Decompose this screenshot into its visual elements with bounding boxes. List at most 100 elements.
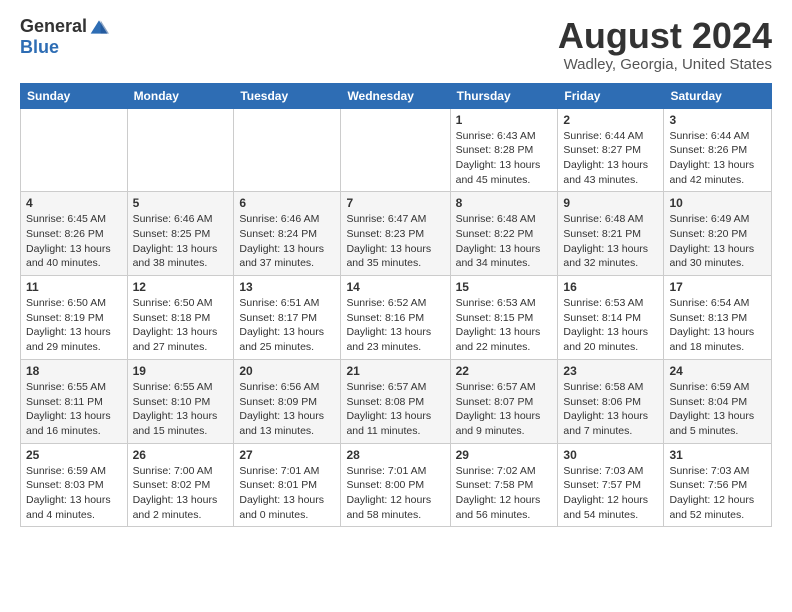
weekday-header-tuesday: Tuesday: [234, 83, 341, 108]
calendar-week-1: 1 Sunrise: 6:43 AMSunset: 8:28 PMDaylight…: [21, 108, 772, 192]
cell-info: Sunrise: 7:01 AMSunset: 8:00 PMDaylight:…: [346, 464, 444, 523]
calendar-cell: [127, 108, 234, 192]
cell-day-number: 15: [456, 280, 553, 294]
cell-info: Sunrise: 6:48 AMSunset: 8:22 PMDaylight:…: [456, 212, 553, 271]
cell-info: Sunrise: 6:55 AMSunset: 8:10 PMDaylight:…: [133, 380, 229, 439]
calendar-cell: 28 Sunrise: 7:01 AMSunset: 8:00 PMDayligh…: [341, 443, 450, 527]
logo-general: General: [20, 16, 87, 37]
calendar-cell: 15Sunrise: 6:53 AMSunset: 8:15 PMDayligh…: [450, 276, 558, 360]
cell-info: Sunrise: 6:49 AMSunset: 8:20 PMDaylight:…: [669, 212, 766, 271]
cell-day-number: 6: [239, 196, 335, 210]
calendar-cell: 14 Sunrise: 6:52 AMSunset: 8:16 PMDayligh…: [341, 276, 450, 360]
weekday-header-saturday: Saturday: [664, 83, 772, 108]
cell-info: Sunrise: 6:44 AMSunset: 8:26 PMDaylight:…: [669, 129, 766, 188]
calendar-week-5: 25Sunrise: 6:59 AMSunset: 8:03 PMDayligh…: [21, 443, 772, 527]
cell-info: Sunrise: 6:47 AMSunset: 8:23 PMDaylight:…: [346, 212, 444, 271]
cell-info: Sunrise: 6:45 AMSunset: 8:26 PMDaylight:…: [26, 212, 122, 271]
cell-info: Sunrise: 7:03 AMSunset: 7:56 PMDaylight:…: [669, 464, 766, 523]
cell-day-number: 12: [133, 280, 229, 294]
calendar-cell: 26 Sunrise: 7:00 AMSunset: 8:02 PMDayligh…: [127, 443, 234, 527]
cell-info: Sunrise: 6:58 AMSunset: 8:06 PMDaylight:…: [563, 380, 658, 439]
cell-day-number: 16: [563, 280, 658, 294]
header: General Blue August 2024 Wadley, Georgia…: [20, 16, 772, 73]
calendar-cell: [21, 108, 128, 192]
cell-day-number: 25: [26, 448, 122, 462]
cell-day-number: 4: [26, 196, 122, 210]
calendar-week-4: 18 Sunrise: 6:55 AMSunset: 8:11 PMDayligh…: [21, 359, 772, 443]
cell-info: Sunrise: 7:03 AMSunset: 7:57 PMDaylight:…: [563, 464, 658, 523]
cell-day-number: 5: [133, 196, 229, 210]
cell-info: Sunrise: 6:50 AMSunset: 8:19 PMDaylight:…: [26, 296, 122, 355]
cell-info: Sunrise: 6:54 AMSunset: 8:13 PMDaylight:…: [669, 296, 766, 355]
weekday-header-sunday: Sunday: [21, 83, 128, 108]
cell-day-number: 29: [456, 448, 553, 462]
calendar: SundayMondayTuesdayWednesdayThursdayFrid…: [20, 83, 772, 528]
cell-info: Sunrise: 6:46 AMSunset: 8:24 PMDaylight:…: [239, 212, 335, 271]
title-block: August 2024 Wadley, Georgia, United Stat…: [558, 16, 772, 73]
calendar-cell: 1 Sunrise: 6:43 AMSunset: 8:28 PMDaylight…: [450, 108, 558, 192]
calendar-week-3: 11Sunrise: 6:50 AMSunset: 8:19 PMDayligh…: [21, 276, 772, 360]
cell-day-number: 30: [563, 448, 658, 462]
calendar-cell: 4 Sunrise: 6:45 AMSunset: 8:26 PMDaylight…: [21, 192, 128, 276]
cell-info: Sunrise: 6:44 AMSunset: 8:27 PMDaylight:…: [563, 129, 658, 188]
cell-info: Sunrise: 7:02 AMSunset: 7:58 PMDaylight:…: [456, 464, 553, 523]
cell-day-number: 9: [563, 196, 658, 210]
calendar-cell: 29 Sunrise: 7:02 AMSunset: 7:58 PMDayligh…: [450, 443, 558, 527]
weekday-header-row: SundayMondayTuesdayWednesdayThursdayFrid…: [21, 83, 772, 108]
cell-info: Sunrise: 6:55 AMSunset: 8:11 PMDaylight:…: [26, 380, 122, 439]
cell-day-number: 27: [239, 448, 335, 462]
calendar-cell: 8 Sunrise: 6:48 AMSunset: 8:22 PMDaylight…: [450, 192, 558, 276]
logo-blue: Blue: [20, 37, 59, 58]
cell-day-number: 21: [346, 364, 444, 378]
cell-day-number: 19: [133, 364, 229, 378]
calendar-cell: 24Sunrise: 6:59 AMSunset: 8:04 PMDayligh…: [664, 359, 772, 443]
cell-day-number: 17: [669, 280, 766, 294]
cell-info: Sunrise: 7:00 AMSunset: 8:02 PMDaylight:…: [133, 464, 229, 523]
cell-info: Sunrise: 6:46 AMSunset: 8:25 PMDaylight:…: [133, 212, 229, 271]
main-title: August 2024: [558, 16, 772, 56]
calendar-cell: 18 Sunrise: 6:55 AMSunset: 8:11 PMDayligh…: [21, 359, 128, 443]
calendar-cell: 13Sunrise: 6:51 AMSunset: 8:17 PMDayligh…: [234, 276, 341, 360]
calendar-cell: 6 Sunrise: 6:46 AMSunset: 8:24 PMDaylight…: [234, 192, 341, 276]
cell-info: Sunrise: 6:57 AMSunset: 8:07 PMDaylight:…: [456, 380, 553, 439]
calendar-cell: 30 Sunrise: 7:03 AMSunset: 7:57 PMDayligh…: [558, 443, 664, 527]
logo-icon: [89, 17, 109, 37]
cell-day-number: 7: [346, 196, 444, 210]
cell-day-number: 3: [669, 113, 766, 127]
calendar-cell: 25Sunrise: 6:59 AMSunset: 8:03 PMDayligh…: [21, 443, 128, 527]
cell-info: Sunrise: 6:57 AMSunset: 8:08 PMDaylight:…: [346, 380, 444, 439]
calendar-cell: 5 Sunrise: 6:46 AMSunset: 8:25 PMDaylight…: [127, 192, 234, 276]
calendar-cell: 2Sunrise: 6:44 AMSunset: 8:27 PMDaylight…: [558, 108, 664, 192]
cell-info: Sunrise: 6:51 AMSunset: 8:17 PMDaylight:…: [239, 296, 335, 355]
cell-day-number: 24: [669, 364, 766, 378]
cell-day-number: 1: [456, 113, 553, 127]
calendar-cell: 10 Sunrise: 6:49 AMSunset: 8:20 PMDayligh…: [664, 192, 772, 276]
calendar-cell: 22 Sunrise: 6:57 AMSunset: 8:07 PMDayligh…: [450, 359, 558, 443]
calendar-week-2: 4 Sunrise: 6:45 AMSunset: 8:26 PMDaylight…: [21, 192, 772, 276]
cell-day-number: 22: [456, 364, 553, 378]
cell-day-number: 26: [133, 448, 229, 462]
cell-day-number: 23: [563, 364, 658, 378]
cell-day-number: 10: [669, 196, 766, 210]
calendar-cell: 20Sunrise: 6:56 AMSunset: 8:09 PMDayligh…: [234, 359, 341, 443]
cell-day-number: 14: [346, 280, 444, 294]
subtitle: Wadley, Georgia, United States: [558, 56, 772, 73]
weekday-header-thursday: Thursday: [450, 83, 558, 108]
cell-info: Sunrise: 6:52 AMSunset: 8:16 PMDaylight:…: [346, 296, 444, 355]
cell-day-number: 8: [456, 196, 553, 210]
calendar-cell: 23 Sunrise: 6:58 AMSunset: 8:06 PMDayligh…: [558, 359, 664, 443]
calendar-cell: 31 Sunrise: 7:03 AMSunset: 7:56 PMDayligh…: [664, 443, 772, 527]
calendar-cell: 7 Sunrise: 6:47 AMSunset: 8:23 PMDaylight…: [341, 192, 450, 276]
calendar-cell: 21 Sunrise: 6:57 AMSunset: 8:08 PMDayligh…: [341, 359, 450, 443]
weekday-header-friday: Friday: [558, 83, 664, 108]
calendar-cell: 27 Sunrise: 7:01 AMSunset: 8:01 PMDayligh…: [234, 443, 341, 527]
cell-day-number: 28: [346, 448, 444, 462]
cell-info: Sunrise: 7:01 AMSunset: 8:01 PMDaylight:…: [239, 464, 335, 523]
cell-day-number: 20: [239, 364, 335, 378]
calendar-cell: [341, 108, 450, 192]
cell-info: Sunrise: 6:43 AMSunset: 8:28 PMDaylight:…: [456, 129, 553, 188]
cell-info: Sunrise: 6:53 AMSunset: 8:14 PMDaylight:…: [563, 296, 658, 355]
cell-day-number: 18: [26, 364, 122, 378]
cell-info: Sunrise: 6:50 AMSunset: 8:18 PMDaylight:…: [133, 296, 229, 355]
cell-day-number: 31: [669, 448, 766, 462]
